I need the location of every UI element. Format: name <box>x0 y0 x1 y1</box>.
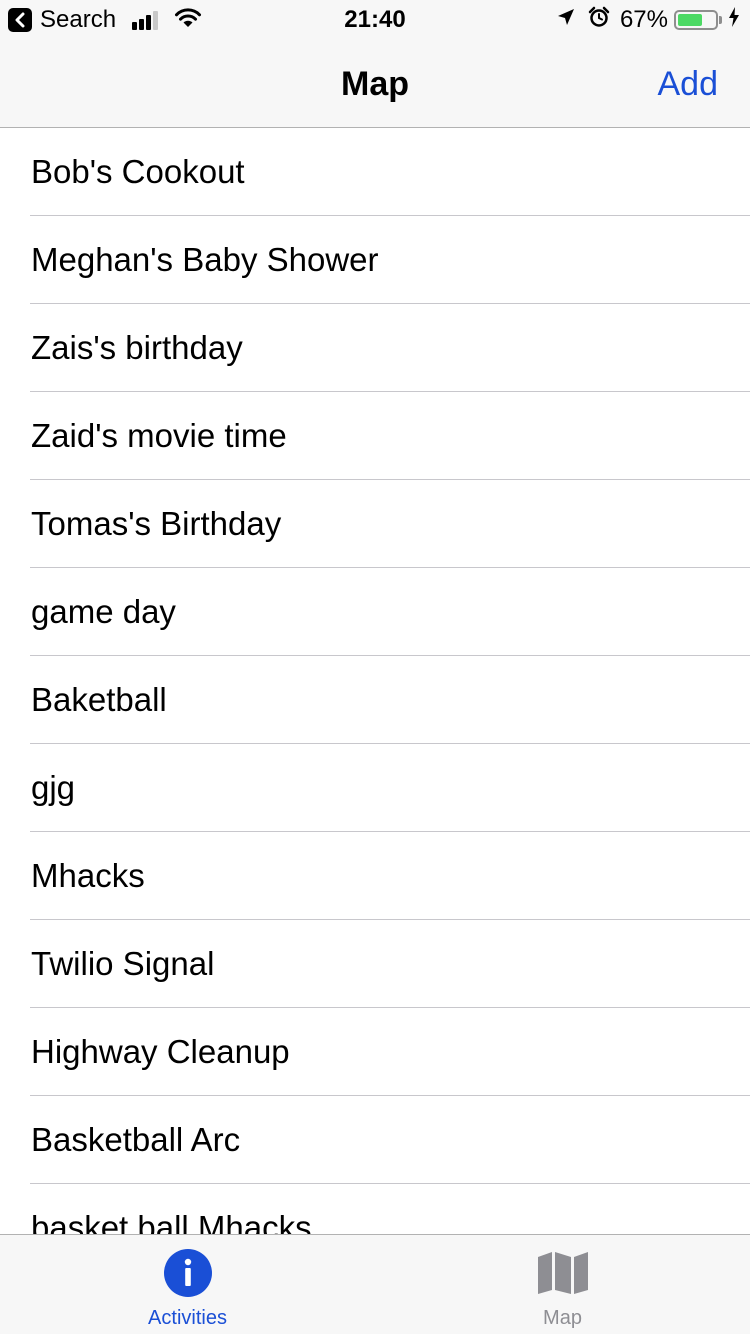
list-item-label: Meghan's Baby Shower <box>31 241 379 278</box>
tab-activities[interactable]: Activities <box>0 1235 375 1334</box>
list-item[interactable]: Meghan's Baby Shower <box>0 216 750 304</box>
status-bar: Search 21:40 67% <box>0 0 750 40</box>
list-item-label: Baketball <box>31 681 167 718</box>
list-item-label: game day <box>31 593 176 630</box>
list-item-label: Zais's birthday <box>31 329 243 366</box>
list-item[interactable]: Zaid's movie time <box>0 392 750 480</box>
list-item-label: Basketball Arc <box>31 1121 241 1158</box>
battery-percent: 67% <box>619 6 668 33</box>
info-icon <box>163 1249 212 1302</box>
tab-label: Activities <box>148 1307 227 1329</box>
status-right-group: 67% <box>556 6 740 34</box>
activity-list[interactable]: Bob's Cookout Meghan's Baby Shower Zais's … <box>0 128 750 1234</box>
location-arrow-icon <box>556 6 576 34</box>
list-item-label: Highway Cleanup <box>31 1033 290 1070</box>
navigation-bar: Map Add <box>0 40 750 128</box>
list-item-label: basket ball Mhacks <box>31 1209 312 1234</box>
tab-map[interactable]: Map <box>375 1235 750 1334</box>
map-icon <box>536 1251 590 1300</box>
list-item[interactable]: basket ball Mhacks <box>0 1184 750 1234</box>
app-screen: Search 21:40 67% Map Add Bob's Cookout M… <box>0 0 750 1334</box>
list-item[interactable]: Highway Cleanup <box>0 1008 750 1096</box>
list-item[interactable]: game day <box>0 568 750 656</box>
list-item[interactable]: Tomas's Birthday <box>0 480 750 568</box>
add-button[interactable]: Add <box>658 40 719 128</box>
battery-icon <box>674 10 718 30</box>
charging-bolt-icon <box>728 6 740 34</box>
tab-label: Map <box>543 1307 582 1329</box>
list-item[interactable]: gjg <box>0 744 750 832</box>
list-item[interactable]: Bob's Cookout <box>0 128 750 216</box>
list-item-label: Mhacks <box>31 857 145 894</box>
list-item-label: Twilio Signal <box>31 945 215 982</box>
battery-cap <box>719 16 722 24</box>
page-title: Map <box>341 65 409 103</box>
list-item-label: Zaid's movie time <box>31 417 287 454</box>
list-item[interactable]: Basketball Arc <box>0 1096 750 1184</box>
tab-bar: Activities Map <box>0 1234 750 1334</box>
alarm-clock-icon <box>588 6 610 35</box>
list-item[interactable]: Mhacks <box>0 832 750 920</box>
list-item[interactable]: Zais's birthday <box>0 304 750 392</box>
list-item-label: gjg <box>31 769 76 806</box>
list-item-label: Tomas's Birthday <box>31 505 282 542</box>
list-item-label: Bob's Cookout <box>31 153 245 190</box>
list-item[interactable]: Twilio Signal <box>0 920 750 1008</box>
list-item[interactable]: Baketball <box>0 656 750 744</box>
